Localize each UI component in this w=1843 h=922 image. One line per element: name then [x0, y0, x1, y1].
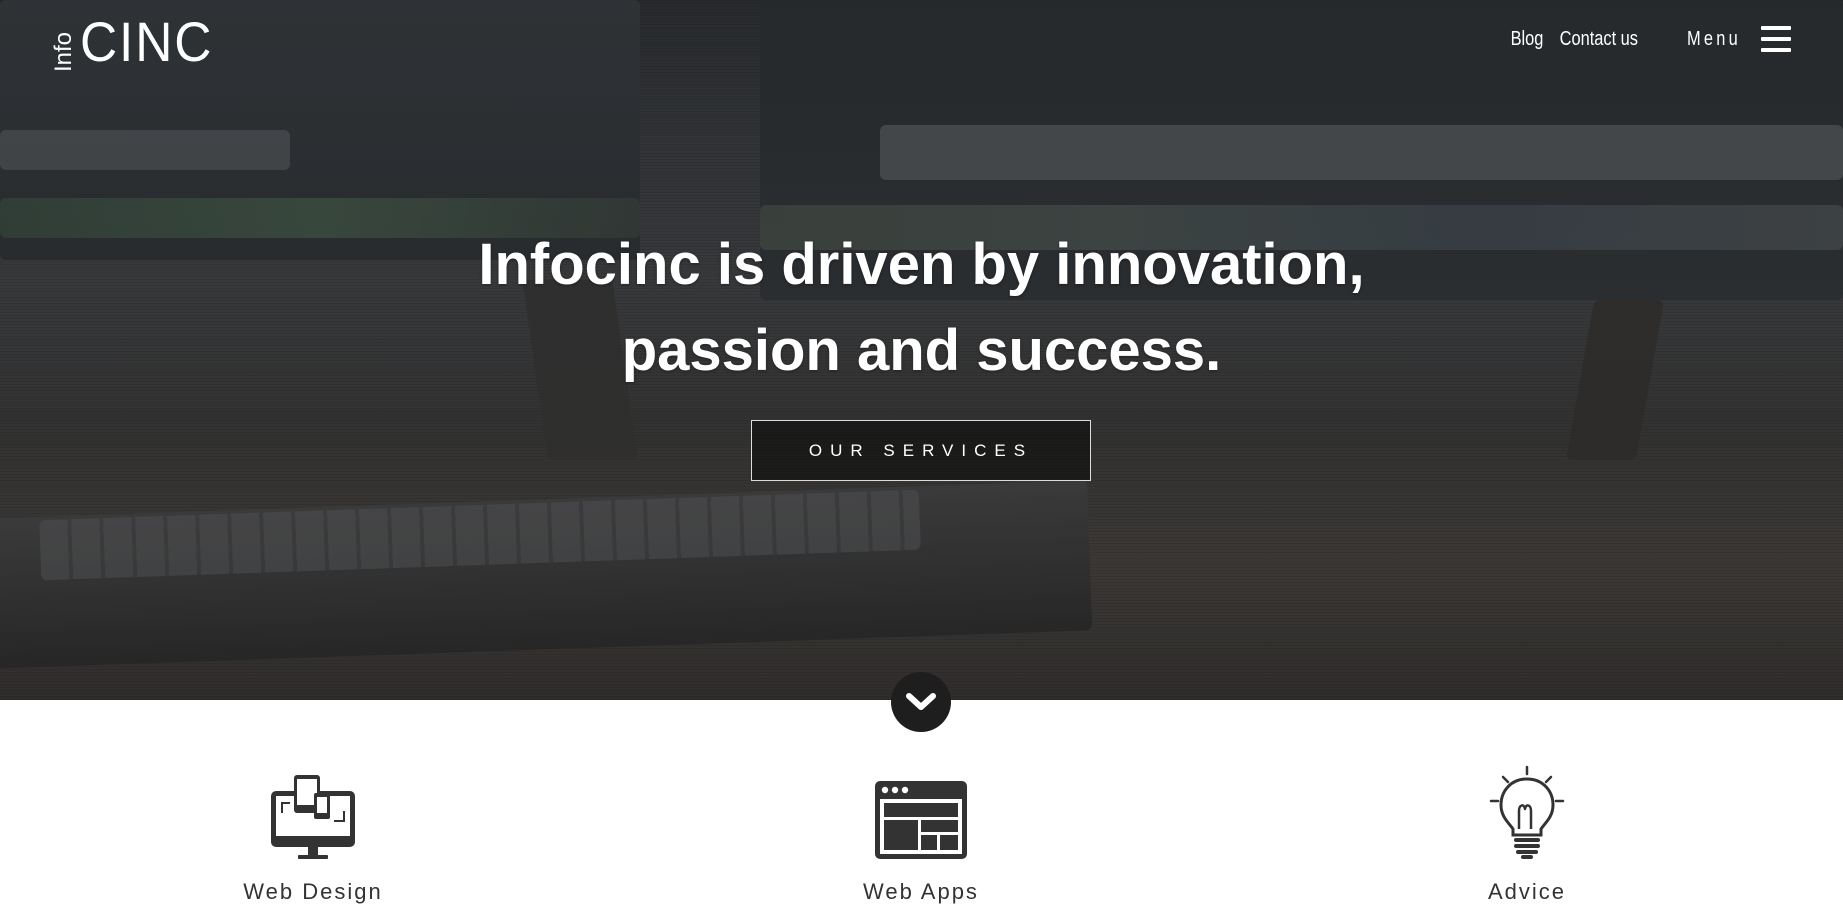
service-web-design[interactable]: Web Design — [163, 765, 463, 905]
service-label: Web Design — [243, 879, 383, 904]
menu-label[interactable]: Menu — [1687, 28, 1741, 51]
service-label: Web Apps — [863, 879, 979, 904]
hero-section: Info CINC Blog Contact us Menu Infocinc … — [0, 0, 1843, 700]
scroll-down-button[interactable] — [891, 672, 951, 732]
nav-link-blog[interactable]: Blog — [1511, 28, 1544, 51]
hero-headline-line-1: Infocinc is driven by innovation, — [478, 232, 1365, 297]
service-advice[interactable]: Advice — [1377, 765, 1677, 905]
hamburger-icon[interactable] — [1761, 26, 1791, 52]
responsive-devices-icon — [163, 765, 463, 861]
lightbulb-icon — [1377, 765, 1677, 861]
service-web-apps[interactable]: Web Apps — [771, 765, 1071, 905]
browser-layout-icon — [771, 765, 1071, 861]
nav-link-contact[interactable]: Contact us — [1560, 28, 1638, 51]
logo-big-text: CINC — [80, 10, 214, 73]
our-services-button[interactable]: OUR SERVICES — [751, 420, 1091, 481]
logo-small-text: Info — [50, 31, 77, 72]
top-nav: Blog Contact us Menu — [1507, 24, 1791, 54]
chevron-down-icon — [906, 693, 936, 710]
service-label: Advice — [1487, 879, 1567, 904]
hero-headline: Infocinc is driven by innovation, passio… — [0, 222, 1843, 394]
hero-headline-line-2: passion and success. — [621, 318, 1222, 383]
